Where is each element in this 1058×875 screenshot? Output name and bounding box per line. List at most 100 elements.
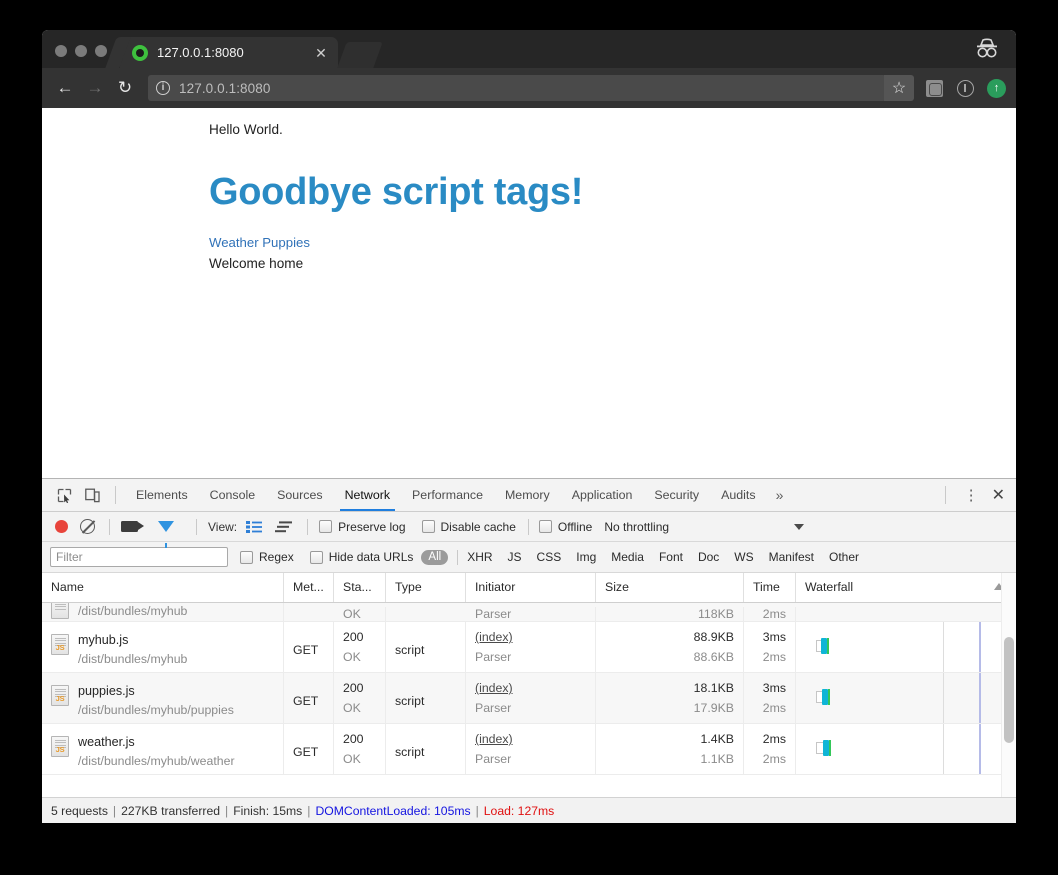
filter-type-js[interactable]: JS (508, 550, 522, 564)
network-scrollbar[interactable] (1001, 573, 1016, 797)
filter-type-other[interactable]: Other (829, 550, 859, 564)
new-tab-button[interactable] (337, 42, 383, 68)
disable-cache-checkbox[interactable]: Disable cache (421, 520, 516, 534)
filter-type-doc[interactable]: Doc (698, 550, 719, 564)
column-header-name[interactable]: Name (42, 573, 284, 602)
row-status-text: OK (343, 649, 361, 664)
close-window-button[interactable] (55, 45, 67, 57)
waterfall-divider (943, 673, 944, 723)
table-row[interactable]: /dist/bundles/myhub OK Parser 118KB 2ms (42, 603, 1016, 622)
filter-type-all[interactable]: All (421, 549, 449, 565)
devtools-tab-memory[interactable]: Memory (494, 479, 561, 511)
preserve-log-checkbox[interactable]: Preserve log (319, 520, 406, 534)
page-heading: Goodbye script tags! (209, 170, 584, 213)
filter-type-media[interactable]: Media (611, 550, 644, 564)
extensions-icon[interactable] (926, 79, 943, 97)
offline-checkbox[interactable]: Offline (538, 520, 592, 534)
devtools-tab-audits[interactable]: Audits (710, 479, 766, 511)
checkbox-box[interactable] (538, 520, 552, 533)
row-size-sub: 118KB (697, 607, 734, 621)
chevron-down-icon[interactable] (794, 523, 805, 530)
toolbar-divider-4 (527, 518, 529, 535)
devtools-tab-application[interactable]: Application (561, 479, 644, 511)
tab-close-icon[interactable]: ✕ (312, 44, 330, 62)
column-header-type[interactable]: Type (386, 573, 466, 602)
scrollbar-thumb[interactable] (1003, 637, 1014, 743)
tab-label: Performance (412, 488, 483, 502)
throttling-value[interactable]: No throttling (604, 520, 669, 534)
devtools-tab-network[interactable]: Network (334, 479, 401, 511)
devtools-close-icon[interactable]: ✕ (988, 479, 1016, 511)
inspect-element-icon[interactable] (50, 479, 78, 511)
devtools-tab-console[interactable]: Console (199, 479, 266, 511)
welcome-text: Welcome home (209, 256, 304, 272)
filter-type-img[interactable]: Img (576, 550, 596, 564)
filter-type-ws[interactable]: WS (734, 550, 753, 564)
row-initiator-link[interactable]: (index) (475, 679, 595, 699)
filter-input[interactable] (50, 547, 228, 567)
row-initiator-link[interactable]: (index) (475, 628, 595, 648)
row-name: weather.js (78, 734, 135, 749)
column-header-waterfall[interactable]: Waterfall (796, 573, 1016, 602)
table-row[interactable]: JS weather.js /dist/bundles/myhub/weathe… (42, 724, 1016, 775)
update-arrow-icon[interactable]: ↑ (987, 78, 1006, 98)
row-initiator-sub: Parser (475, 649, 512, 664)
row-status-code: 200 (343, 681, 364, 695)
browser-tab[interactable]: 127.0.0.1:8080 ✕ (120, 37, 338, 68)
row-size: 1.4KB (700, 732, 735, 746)
row-time-sub: 2ms (762, 751, 786, 766)
list-view-icon[interactable] (246, 520, 263, 533)
address-bar-url: 127.0.0.1:8080 (179, 80, 271, 96)
site-info-icon[interactable]: i (156, 81, 170, 95)
devtools-tab-security[interactable]: Security (643, 479, 710, 511)
row-time-sub: 2ms (762, 700, 786, 715)
filter-type-xhr[interactable]: XHR (467, 550, 492, 564)
table-row[interactable]: JS myhub.js /dist/bundles/myhub GET 200 … (42, 622, 1016, 673)
column-header-method[interactable]: Met... (284, 573, 334, 602)
record-button[interactable] (55, 520, 68, 533)
checkbox-box[interactable] (240, 550, 253, 564)
checkbox-box[interactable] (309, 550, 323, 564)
filter-type-font[interactable]: Font (659, 550, 683, 564)
tab-label: Elements (136, 488, 188, 502)
funnel-icon[interactable] (158, 521, 174, 548)
column-header-status[interactable]: Sta... (334, 573, 386, 602)
maximize-window-button[interactable] (95, 45, 107, 57)
reload-icon[interactable]: ↻ (110, 73, 140, 103)
row-status-text: OK (343, 751, 361, 766)
network-status-bar: 5 requests | 227KB transferred | Finish:… (42, 797, 1016, 823)
row-initiator-link[interactable]: (index) (475, 730, 595, 750)
address-bar[interactable]: i 127.0.0.1:8080 (148, 75, 886, 101)
row-status-code: 200 (343, 732, 364, 746)
devtools-tab-performance[interactable]: Performance (401, 479, 494, 511)
device-toolbar-icon[interactable] (78, 479, 106, 511)
filter-type-manifest[interactable]: Manifest (769, 550, 814, 564)
hide-data-urls-checkbox[interactable]: Hide data URLs (309, 550, 413, 564)
back-icon[interactable]: ← (50, 73, 80, 103)
row-time: 3ms (762, 630, 786, 644)
column-header-time[interactable]: Time (744, 573, 796, 602)
weather-puppies-link[interactable]: Weather Puppies (209, 233, 1016, 253)
camera-icon[interactable] (121, 521, 144, 532)
column-header-initiator[interactable]: Initiator (466, 573, 596, 602)
checkbox-box[interactable] (421, 520, 435, 533)
more-tabs-icon[interactable]: » (767, 479, 793, 511)
column-header-size[interactable]: Size (596, 573, 744, 602)
minimize-window-button[interactable] (75, 45, 87, 57)
table-row[interactable]: JS puppies.js /dist/bundles/myhub/puppie… (42, 673, 1016, 724)
waterfall-view-icon[interactable] (275, 520, 293, 533)
waterfall-divider (943, 724, 944, 774)
devtools-tab-sources[interactable]: Sources (266, 479, 333, 511)
devtools-menu-icon[interactable]: ⋮ (955, 479, 988, 511)
domcontentloaded-marker (979, 673, 981, 723)
regex-checkbox[interactable]: Regex (240, 550, 294, 564)
regex-label: Regex (259, 550, 294, 564)
screenshot-root: 127.0.0.1:8080 ✕ ← → ↻ i 127.0.0.1:8080 … (0, 0, 1058, 875)
checkbox-box[interactable] (319, 520, 333, 533)
devtools-tab-elements[interactable]: Elements (125, 479, 199, 511)
info-circle-icon[interactable] (957, 79, 974, 97)
filter-type-css[interactable]: CSS (537, 550, 562, 564)
forward-icon[interactable]: → (80, 73, 110, 103)
clear-button[interactable] (80, 519, 95, 534)
bookmark-star-icon[interactable]: ☆ (884, 75, 914, 101)
